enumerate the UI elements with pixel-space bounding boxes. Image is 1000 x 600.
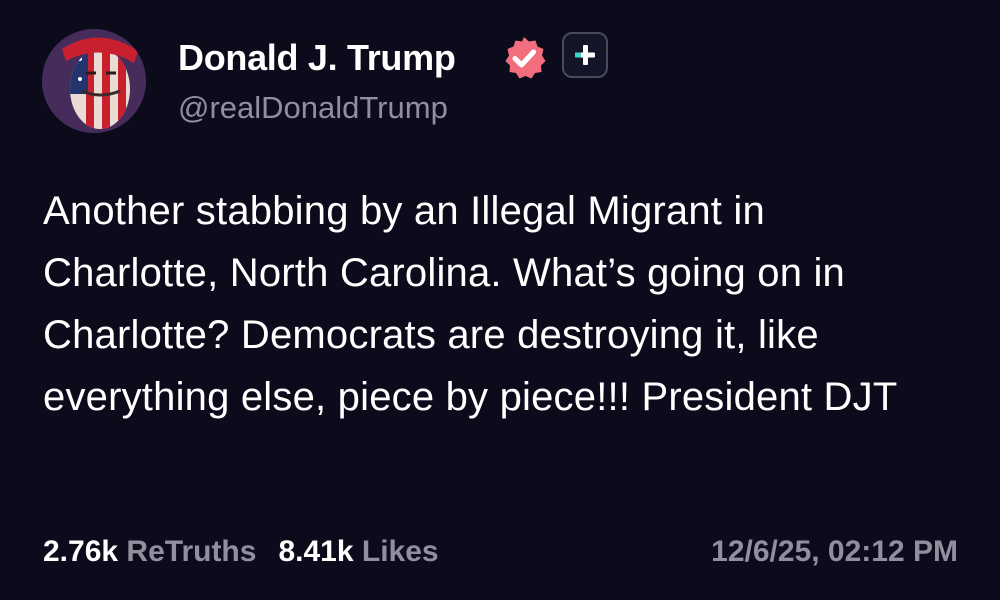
author-handle[interactable]: @realDonaldTrump [178, 88, 448, 128]
verified-check-icon [500, 34, 548, 82]
post-body-text: Another stabbing by an Illegal Migrant i… [43, 189, 898, 419]
avatar-image [42, 29, 146, 133]
likes-label: Likes [361, 535, 439, 568]
author-display-name[interactable]: Donald J. Trump [178, 36, 456, 80]
retruths-count: 2.76k [43, 535, 119, 568]
plus-icon[interactable] [562, 32, 608, 78]
retruths-stat[interactable]: 2.76k ReTruths [43, 535, 256, 568]
post-stats: 2.76k ReTruths 8.41k Likes [43, 532, 439, 572]
likes-count: 8.41k [278, 535, 354, 568]
author-avatar[interactable] [42, 29, 146, 133]
retruths-label: ReTruths [126, 535, 257, 568]
likes-stat[interactable]: 8.41k Likes [278, 535, 438, 568]
post-card: Donald J. Trump @realDonaldTrump Another… [0, 0, 1000, 600]
post-timestamp: 12/6/25, 02:12 PM [711, 535, 958, 568]
